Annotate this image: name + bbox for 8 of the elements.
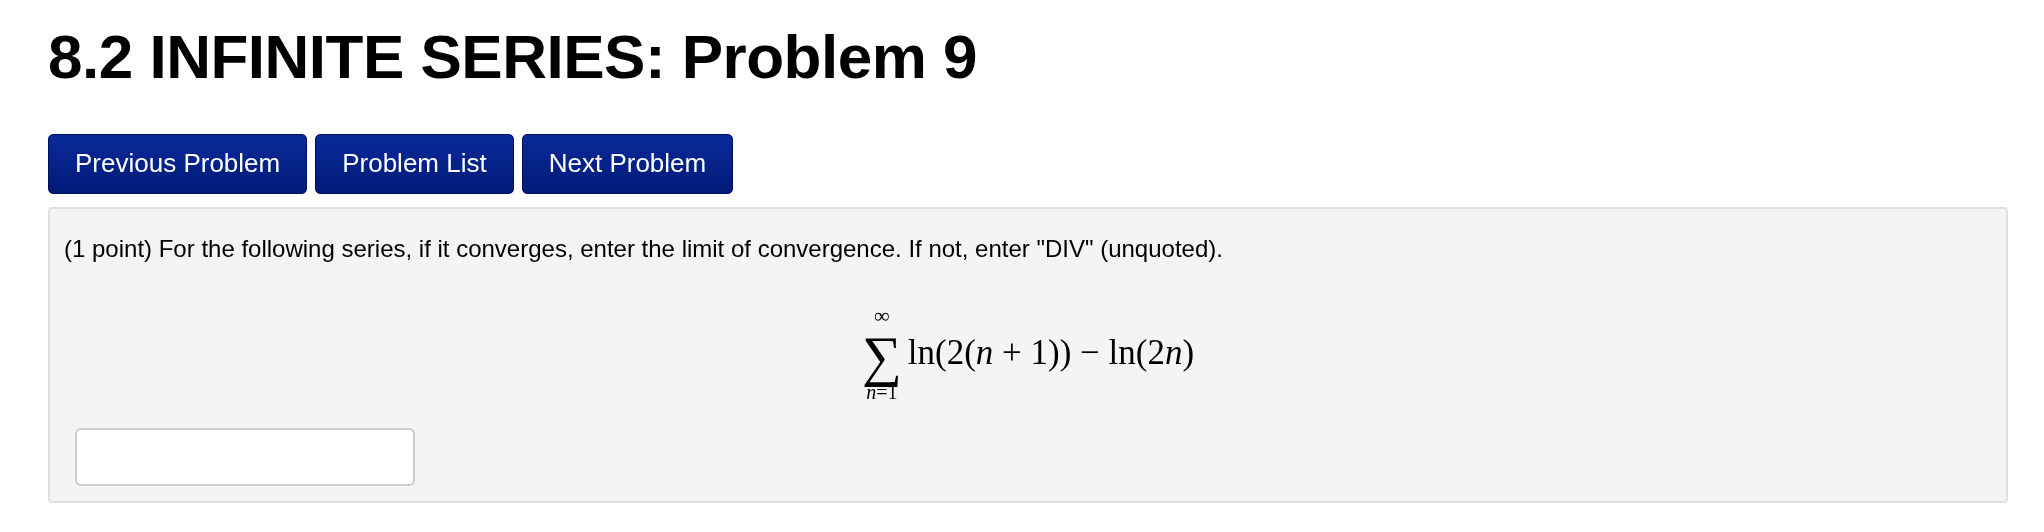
upper-limit: ∞ [873, 304, 890, 327]
series-term: ln(2(n + 1)) − ln(2n) [907, 331, 1195, 374]
nav-button[interactable]: Next Problem [521, 134, 734, 194]
page-title: 8.2 INFINITE SERIES: Problem 9 [48, 26, 979, 88]
nav-button[interactable]: Problem List [315, 134, 514, 194]
answer-field[interactable] [75, 427, 415, 486]
nav-button[interactable]: Previous Problem [48, 134, 308, 194]
problem-prompt: (1 point) For the following series, if it converges, enter the limit of convergence. If not, enter "DIV" (unquoted). [64, 233, 1224, 264]
